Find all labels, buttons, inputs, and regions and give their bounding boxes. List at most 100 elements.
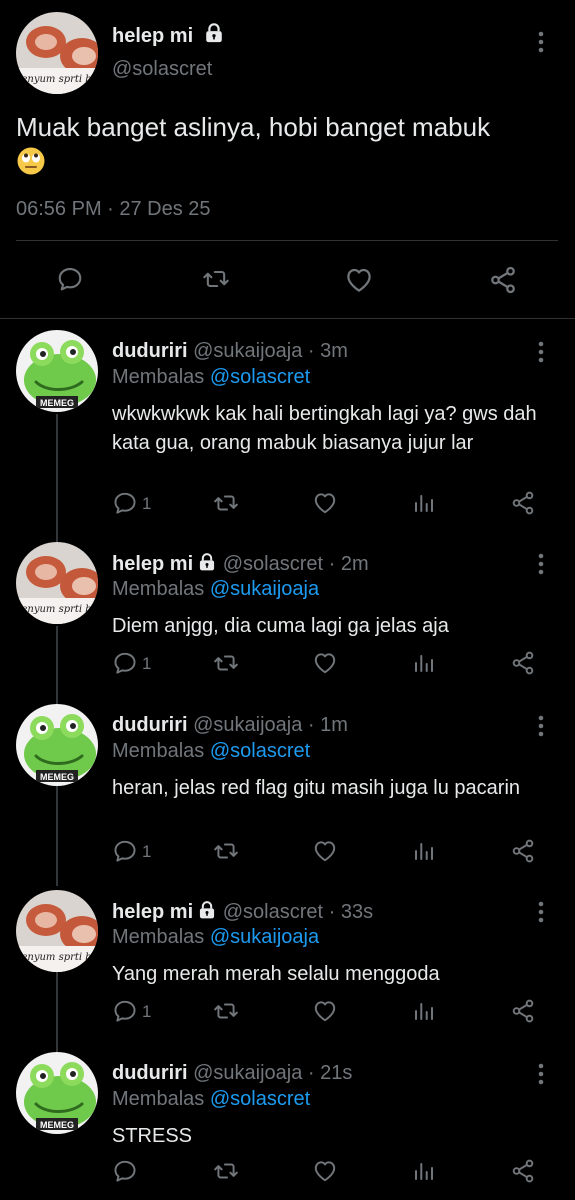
reply-tweet[interactable]: MEMEG duduriri @sukaijoaja · 3m Membalas… — [0, 330, 575, 530]
display-name-text: duduriri — [112, 340, 188, 362]
replying-label: Membalas — [112, 1088, 205, 1110]
more-options-icon[interactable] — [536, 30, 546, 54]
replying-label: Membalas — [112, 366, 205, 388]
replying-to: Membalas @solascret — [112, 1088, 310, 1111]
lock-icon — [197, 552, 217, 578]
reply-icon[interactable] — [112, 650, 138, 681]
reply-icon[interactable] — [112, 998, 138, 1029]
eye-roll-emoji-icon — [16, 146, 46, 184]
retweet-icon[interactable] — [200, 265, 232, 293]
more-options-icon[interactable] — [536, 900, 546, 924]
share-icon[interactable] — [510, 490, 536, 521]
display-name-text: duduriri — [112, 1062, 188, 1084]
display-name-text: helep mi — [112, 25, 194, 47]
avatar-caption: MEMEG — [39, 1120, 74, 1130]
display-name-text: duduriri — [112, 714, 188, 736]
retweet-icon[interactable] — [212, 490, 240, 521]
stats-icon[interactable] — [412, 650, 436, 681]
like-icon[interactable] — [312, 838, 338, 869]
like-icon[interactable] — [344, 265, 374, 295]
display-name-text: helep mi — [112, 901, 194, 923]
timestamp: · 33s — [328, 901, 374, 923]
more-options-icon[interactable] — [536, 1062, 546, 1086]
reply-icon[interactable] — [56, 265, 84, 293]
replying-to: Membalas @sukaijoaja — [112, 926, 319, 949]
replying-to-handle[interactable]: @solascret — [210, 740, 310, 762]
stats-icon[interactable] — [412, 838, 436, 869]
replying-to-handle[interactable]: @sukaijoaja — [210, 578, 319, 600]
share-icon[interactable] — [488, 265, 518, 295]
stats-icon[interactable] — [412, 1158, 436, 1189]
display-name[interactable]: duduriri @sukaijoaja · 3m — [112, 340, 348, 363]
retweet-icon[interactable] — [212, 838, 240, 869]
more-options-icon[interactable] — [536, 340, 546, 364]
replying-label: Membalas — [112, 578, 205, 600]
timestamp: · 3m — [307, 340, 348, 362]
like-icon[interactable] — [312, 650, 338, 681]
reply-count: 1 — [142, 494, 152, 513]
timestamp: · 1m — [307, 714, 348, 736]
handle: @sukaijoaja — [193, 340, 303, 362]
stats-icon[interactable] — [412, 490, 436, 521]
replying-to: Membalas @solascret — [112, 366, 310, 389]
replying-to-handle[interactable]: @solascret — [210, 366, 310, 388]
reply-text: heran, jelas red flag gitu masih juga lu… — [112, 777, 521, 799]
timestamp: · 21s — [307, 1062, 353, 1084]
like-icon[interactable] — [312, 998, 338, 1029]
reply-tweet[interactable]: senyum sprti ba helep mi @solascret · 33… — [0, 890, 575, 1040]
retweet-icon[interactable] — [212, 998, 240, 1029]
display-name-text: helep mi — [112, 553, 194, 575]
display-name[interactable]: duduriri @sukaijoaja · 21s — [112, 1062, 352, 1085]
tweet-text: Muak banget aslinya, hobi banget mabuk — [16, 110, 556, 184]
reply-count: 1 — [142, 1002, 152, 1021]
avatar[interactable]: MEMEG — [16, 330, 98, 412]
divider — [16, 240, 558, 241]
avatar-caption: senyum sprti ba — [16, 74, 98, 85]
avatar[interactable]: MEMEG — [16, 1052, 98, 1134]
avatar[interactable]: senyum sprti ba — [16, 890, 98, 972]
more-options-icon[interactable] — [536, 714, 546, 738]
display-name[interactable]: helep mi — [112, 22, 225, 48]
like-icon[interactable] — [312, 1158, 338, 1189]
handle: @solascret — [222, 553, 324, 575]
tweet-text-content: Muak banget aslinya, hobi banget mabuk — [16, 112, 491, 142]
replying-to-handle[interactable]: @sukaijoaja — [210, 926, 319, 948]
reply-text: wkwkwkwk kak hali bertingkah lagi ya? gw… — [112, 403, 537, 454]
replying-to: Membalas @solascret — [112, 740, 310, 763]
display-name[interactable]: helep mi @solascret · 2m — [112, 552, 369, 578]
share-icon[interactable] — [510, 998, 536, 1029]
replying-to-handle[interactable]: @solascret — [210, 1088, 310, 1110]
retweet-icon[interactable] — [212, 650, 240, 681]
avatar[interactable]: senyum sprti ba — [16, 542, 98, 624]
replying-label: Membalas — [112, 740, 205, 762]
handle: @solascret — [222, 901, 324, 923]
share-icon[interactable] — [510, 650, 536, 681]
lock-icon — [197, 900, 217, 926]
display-name[interactable]: helep mi @solascret · 33s — [112, 900, 373, 926]
avatar-caption: senyum sprti ba — [16, 952, 98, 963]
avatar[interactable]: MEMEG — [16, 704, 98, 786]
section-divider — [0, 318, 575, 319]
avatar[interactable]: senyum sprti ba — [16, 12, 98, 94]
handle: @sukaijoaja — [193, 714, 303, 736]
reply-count: 1 — [142, 842, 152, 861]
like-icon[interactable] — [312, 490, 338, 521]
reply-tweet[interactable]: MEMEG duduriri @sukaijoaja · 21s Membala… — [0, 1052, 575, 1200]
tweet-timestamp[interactable]: 06:56 PM · 27 Des 25 — [16, 198, 211, 221]
reply-tweet[interactable]: MEMEG duduriri @sukaijoaja · 1m Membalas… — [0, 704, 575, 884]
reply-icon[interactable] — [112, 490, 138, 521]
reply-tweet[interactable]: senyum sprti ba helep mi @solascret · 2m… — [0, 542, 575, 692]
display-name[interactable]: duduriri @sukaijoaja · 1m — [112, 714, 348, 737]
avatar-caption: MEMEG — [39, 398, 74, 408]
share-icon[interactable] — [510, 838, 536, 869]
retweet-icon[interactable] — [212, 1158, 240, 1189]
handle[interactable]: @solascret — [112, 58, 212, 81]
stats-icon[interactable] — [412, 998, 436, 1029]
reply-icon[interactable] — [112, 1158, 138, 1189]
share-icon[interactable] — [510, 1158, 536, 1189]
main-tweet: senyum sprti ba helep mi @solascret Muak… — [0, 0, 575, 320]
reply-count: 1 — [142, 654, 152, 673]
more-options-icon[interactable] — [536, 552, 546, 576]
reply-icon[interactable] — [112, 838, 138, 869]
replying-label: Membalas — [112, 926, 205, 948]
